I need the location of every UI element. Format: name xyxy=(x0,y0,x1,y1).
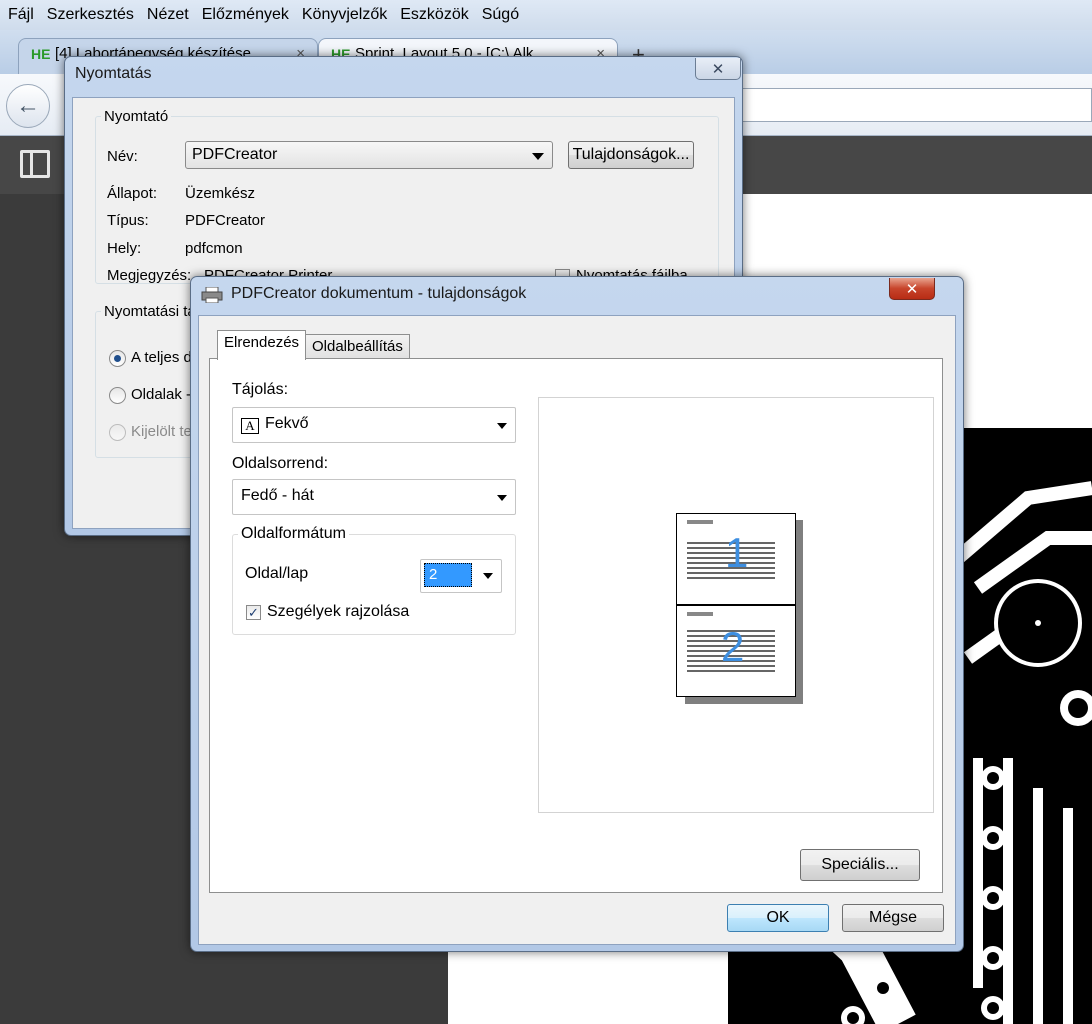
pages-per-sheet-label: Oldal/lap xyxy=(245,565,309,582)
comment-label: Megjegyzés: xyxy=(107,267,192,284)
range-all-radio[interactable] xyxy=(109,350,126,367)
preview-page-number-1: 1 xyxy=(725,529,749,576)
where-label: Hely: xyxy=(107,240,142,257)
status-label: Állapot: xyxy=(107,185,158,202)
tab-layout[interactable]: Elrendezés xyxy=(217,330,307,360)
menu-bookmarks[interactable]: Könyvjelzők xyxy=(298,6,396,24)
landscape-orientation-icon: A xyxy=(241,418,259,434)
menu-help[interactable]: Súgó xyxy=(478,6,528,24)
printer-icon xyxy=(201,287,223,303)
printer-properties-button[interactable]: Tulajdonságok... xyxy=(568,141,694,169)
draw-borders-checkbox[interactable]: ✓ xyxy=(246,605,261,620)
back-button[interactable]: ← xyxy=(6,84,50,128)
pages-per-sheet-value: 2 xyxy=(424,563,472,587)
range-selection-radio[interactable] xyxy=(109,424,126,441)
print-dialog-close-button[interactable]: ✕ xyxy=(695,58,741,80)
orientation-dropdown[interactable]: A Fekvő xyxy=(232,407,516,443)
dropdown-arrow-icon xyxy=(532,153,544,160)
menu-view[interactable]: Nézet xyxy=(143,6,198,24)
cancel-button[interactable]: Mégse xyxy=(842,904,944,932)
back-arrow-icon: ← xyxy=(16,92,40,119)
menu-edit[interactable]: Szerkesztés xyxy=(43,6,143,24)
page-format-label: Oldalformátum xyxy=(241,525,346,542)
page-order-label: Oldalsorrend: xyxy=(232,455,329,472)
print-dialog-title: Nyomtatás xyxy=(75,65,152,82)
address-bar[interactable] xyxy=(700,88,1092,122)
pdfcreator-properties-dialog: PDFCreator dokumentum - tulajdonságok ✕ … xyxy=(190,276,964,952)
menu-file[interactable]: Fájl xyxy=(4,6,43,24)
close-icon: ✕ xyxy=(905,280,919,298)
ok-button[interactable]: OK xyxy=(727,904,829,932)
type-label: Típus: xyxy=(107,212,149,229)
draw-borders-label: Szegélyek rajzolása xyxy=(267,603,410,620)
name-label: Név: xyxy=(107,148,138,165)
preview-page-1: 1 xyxy=(676,513,796,605)
pages-per-sheet-dropdown[interactable]: 2 xyxy=(420,559,502,593)
advanced-button[interactable]: Speciális... xyxy=(800,849,920,881)
orientation-value: Fekvő xyxy=(265,415,309,432)
dropdown-arrow-icon xyxy=(483,573,493,579)
properties-dialog-body: Elrendezés Oldalbeállítás Tájolás: A Fekv… xyxy=(198,315,956,945)
site-favicon-icon: HE xyxy=(31,46,51,62)
page-order-dropdown[interactable]: Fedő - hát xyxy=(232,479,516,515)
printer-name-value: PDFCreator xyxy=(192,146,278,163)
preview-page-number-2: 2 xyxy=(721,623,745,670)
printer-group-label: Nyomtató xyxy=(104,108,169,125)
status-value: Üzemkész xyxy=(185,185,256,202)
properties-dialog-close-button[interactable]: ✕ xyxy=(889,278,935,300)
layout-tab-panel: Tájolás: A Fekvő Oldalsorrend: Fedő - hát… xyxy=(209,358,943,893)
page-order-value: Fedő - hát xyxy=(241,487,314,504)
menu-history[interactable]: Előzmények xyxy=(198,6,298,24)
preview-page-2: 2 xyxy=(676,605,796,697)
type-value: PDFCreator xyxy=(185,212,266,229)
sidebar-toggle-icon[interactable] xyxy=(20,150,50,178)
tab-page-setup[interactable]: Oldalbeállítás xyxy=(305,334,410,360)
menu-bar: Fájl Szerkesztés Nézet Előzmények Könyvj… xyxy=(0,0,1092,30)
range-pages-radio[interactable] xyxy=(109,387,126,404)
dropdown-arrow-icon xyxy=(497,495,507,501)
properties-dialog-title: PDFCreator dokumentum - tulajdonságok xyxy=(231,285,527,302)
where-value: pdfcmon xyxy=(185,240,243,257)
layout-preview: 1 2 xyxy=(538,397,934,813)
menu-tools[interactable]: Eszközök xyxy=(396,6,477,24)
dropdown-arrow-icon xyxy=(497,423,507,429)
orientation-label: Tájolás: xyxy=(232,381,289,398)
printer-name-dropdown[interactable]: PDFCreator xyxy=(185,141,553,169)
close-icon: ✕ xyxy=(711,60,725,78)
